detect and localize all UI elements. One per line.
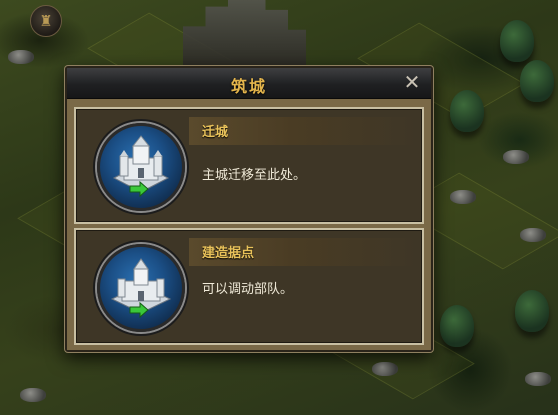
- option-relocate-city[interactable]: 迁城 主城迁移至此处。: [74, 107, 424, 224]
- rock: [372, 362, 398, 376]
- tree: [450, 90, 484, 132]
- option-description: 可以调动部队。: [202, 282, 294, 297]
- outpost-build-icon: [97, 244, 185, 332]
- rock: [450, 190, 476, 204]
- tree: [520, 60, 554, 102]
- enemy-fortress[interactable]: [183, 0, 306, 66]
- build-city-dialog: 筑城 ✕ 迁城 主城迁移至此处。 建造据点 可以调动部队。: [65, 66, 433, 352]
- rock: [525, 372, 551, 386]
- rock: [520, 228, 546, 242]
- dialog-body: 迁城 主城迁移至此处。 建造据点 可以调动部队。: [67, 99, 431, 350]
- tree: [515, 290, 549, 332]
- option-description: 主城迁移至此处。: [202, 168, 307, 183]
- rock: [20, 388, 46, 402]
- dialog-title-bar: 筑城 ✕: [67, 68, 431, 99]
- rock: [503, 150, 529, 164]
- option-title: 迁城: [202, 125, 229, 140]
- tree: [440, 305, 474, 347]
- tree: [500, 20, 534, 62]
- castle-relocate-icon: [97, 123, 185, 211]
- trophy-icon[interactable]: ♜: [30, 5, 62, 37]
- dialog-title: 筑城: [230, 77, 267, 96]
- close-icon[interactable]: ✕: [401, 71, 423, 93]
- option-title: 建造据点: [202, 246, 255, 261]
- rock: [8, 50, 34, 64]
- option-build-outpost[interactable]: 建造据点 可以调动部队。: [74, 228, 424, 345]
